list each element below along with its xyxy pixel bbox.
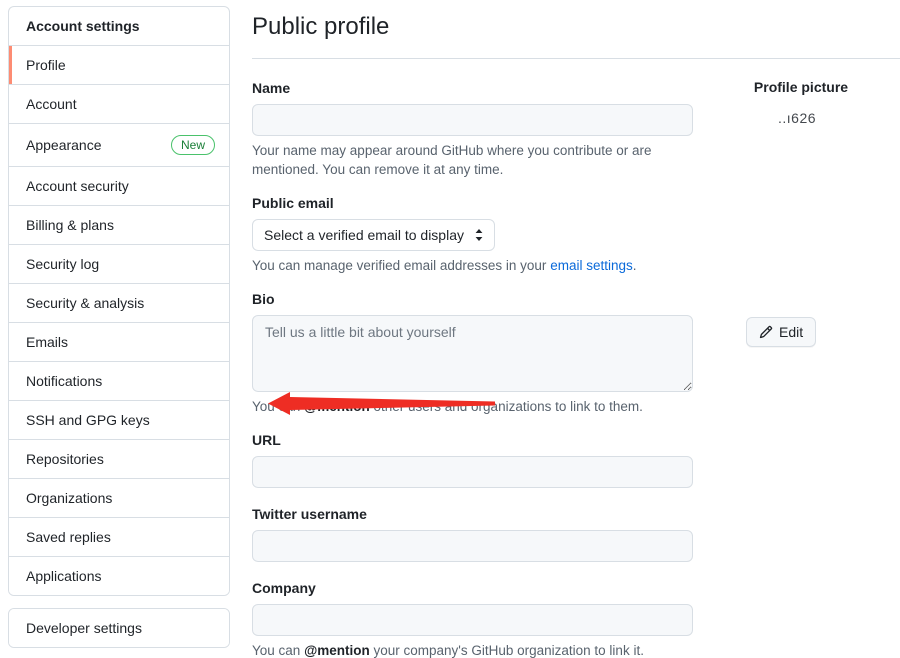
sidebar-item-saved-replies[interactable]: Saved replies bbox=[9, 518, 229, 557]
field-name: Name Your name may appear around GitHub … bbox=[252, 80, 694, 179]
company-label: Company bbox=[252, 580, 316, 596]
account-settings-sidebar: Account settings Profile Account Appeara… bbox=[8, 6, 230, 658]
avatar-text-fragment: ..ı626 bbox=[777, 110, 817, 126]
sidebar-item-security-and-analysis[interactable]: Security & analysis bbox=[9, 284, 229, 323]
sidebar-item-label: Billing & plans bbox=[26, 217, 114, 233]
profile-picture-title: Profile picture bbox=[753, 79, 849, 95]
edit-avatar-button[interactable]: Edit bbox=[746, 317, 817, 347]
edit-avatar-label: Edit bbox=[779, 324, 804, 340]
sidebar-item-label: SSH and GPG keys bbox=[26, 412, 150, 428]
bio-hint-prefix: You can bbox=[252, 399, 305, 414]
sidebar-item-label: Saved replies bbox=[26, 529, 111, 545]
bio-hint: You can @mention other users and organiz… bbox=[252, 397, 694, 416]
sidebar-item-emails[interactable]: Emails bbox=[9, 323, 229, 362]
company-hint-mention: @mention bbox=[304, 643, 370, 658]
name-label: Name bbox=[252, 80, 291, 96]
twitter-username-label: Twitter username bbox=[252, 506, 367, 522]
field-url: URL bbox=[252, 432, 694, 488]
field-public-email: Public email Select a verified email to … bbox=[252, 195, 694, 275]
sidebar-item-appearance[interactable]: Appearance New bbox=[9, 124, 229, 167]
sidebar-item-developer-settings[interactable]: Developer settings bbox=[9, 609, 229, 647]
sidebar-item-repositories[interactable]: Repositories bbox=[9, 440, 229, 479]
name-hint: Your name may appear around GitHub where… bbox=[252, 143, 652, 177]
public-email-selected-value: Select a verified email to display bbox=[264, 227, 464, 243]
account-settings-nav-panel: Account settings Profile Account Appeara… bbox=[8, 6, 230, 596]
bio-hint-suffix: other users and organizations to link to… bbox=[369, 399, 643, 414]
profile-picture-section: Profile picture ..ı626 Edit bbox=[694, 59, 900, 347]
sidebar-item-organizations[interactable]: Organizations bbox=[9, 479, 229, 518]
sidebar-item-label: Profile bbox=[26, 57, 66, 73]
public-profile-main: Public profile Name Your name may appear… bbox=[252, 0, 900, 658]
bio-hint-mention: @mention bbox=[304, 399, 370, 414]
sidebar-item-label: Account security bbox=[26, 178, 129, 194]
sidebar-item-label: Appearance bbox=[26, 137, 102, 153]
url-input[interactable] bbox=[252, 456, 693, 488]
email-settings-link[interactable]: email settings bbox=[550, 258, 633, 273]
sidebar-item-profile[interactable]: Profile bbox=[9, 46, 229, 85]
sidebar-item-account-security[interactable]: Account security bbox=[9, 167, 229, 206]
sidebar-item-label: Account bbox=[26, 96, 77, 112]
name-input[interactable] bbox=[252, 104, 693, 136]
sidebar-item-applications[interactable]: Applications bbox=[9, 557, 229, 595]
bio-textarea[interactable] bbox=[252, 315, 693, 392]
sidebar-item-account[interactable]: Account bbox=[9, 85, 229, 124]
sidebar-item-label: Security log bbox=[26, 256, 100, 272]
sidebar-item-ssh-and-gpg-keys[interactable]: SSH and GPG keys bbox=[9, 401, 229, 440]
twitter-username-input[interactable] bbox=[252, 530, 693, 562]
sidebar-item-label: Developer settings bbox=[26, 620, 142, 636]
sidebar-item-label: Repositories bbox=[26, 451, 104, 467]
company-hint-prefix: You can bbox=[252, 643, 305, 658]
profile-content-columns: Name Your name may appear around GitHub … bbox=[252, 59, 900, 658]
settings-page: Account settings Profile Account Appeara… bbox=[0, 0, 900, 658]
sidebar-item-label: Organizations bbox=[26, 490, 113, 506]
public-email-label: Public email bbox=[252, 195, 334, 211]
profile-form: Name Your name may appear around GitHub … bbox=[252, 59, 694, 658]
pencil-icon bbox=[759, 325, 773, 339]
url-label: URL bbox=[252, 432, 281, 448]
company-hint: You can @mention your company's GitHub o… bbox=[252, 641, 694, 658]
public-email-select[interactable]: Select a verified email to display bbox=[252, 219, 495, 251]
new-badge: New bbox=[170, 135, 215, 155]
public-email-hint-prefix: You can manage verified email addresses … bbox=[252, 258, 551, 273]
avatar[interactable]: ..ı626 bbox=[707, 102, 887, 282]
field-bio: Bio You can @mention other users and org… bbox=[252, 291, 694, 416]
public-email-hint: You can manage verified email addresses … bbox=[252, 256, 694, 275]
sidebar-item-label: Emails bbox=[26, 334, 69, 350]
company-input[interactable] bbox=[252, 604, 693, 636]
company-hint-suffix: your company's GitHub organization to li… bbox=[369, 643, 644, 658]
sidebar-item-label: Notifications bbox=[26, 373, 103, 389]
public-email-select-wrap: Select a verified email to display bbox=[252, 219, 495, 251]
page-title: Public profile bbox=[252, 13, 390, 40]
public-email-hint-suffix: . bbox=[632, 258, 637, 273]
sidebar-item-label: Security & analysis bbox=[26, 295, 145, 311]
sidebar-header: Account settings bbox=[9, 7, 229, 46]
sidebar-item-notifications[interactable]: Notifications bbox=[9, 362, 229, 401]
sidebar-item-billing-and-plans[interactable]: Billing & plans bbox=[9, 206, 229, 245]
field-company: Company You can @mention your company's … bbox=[252, 580, 694, 658]
developer-settings-panel: Developer settings bbox=[8, 608, 230, 648]
bio-label: Bio bbox=[252, 291, 275, 307]
field-twitter-username: Twitter username bbox=[252, 506, 694, 562]
sidebar-item-label: Applications bbox=[26, 568, 102, 584]
sidebar-item-security-log[interactable]: Security log bbox=[9, 245, 229, 284]
